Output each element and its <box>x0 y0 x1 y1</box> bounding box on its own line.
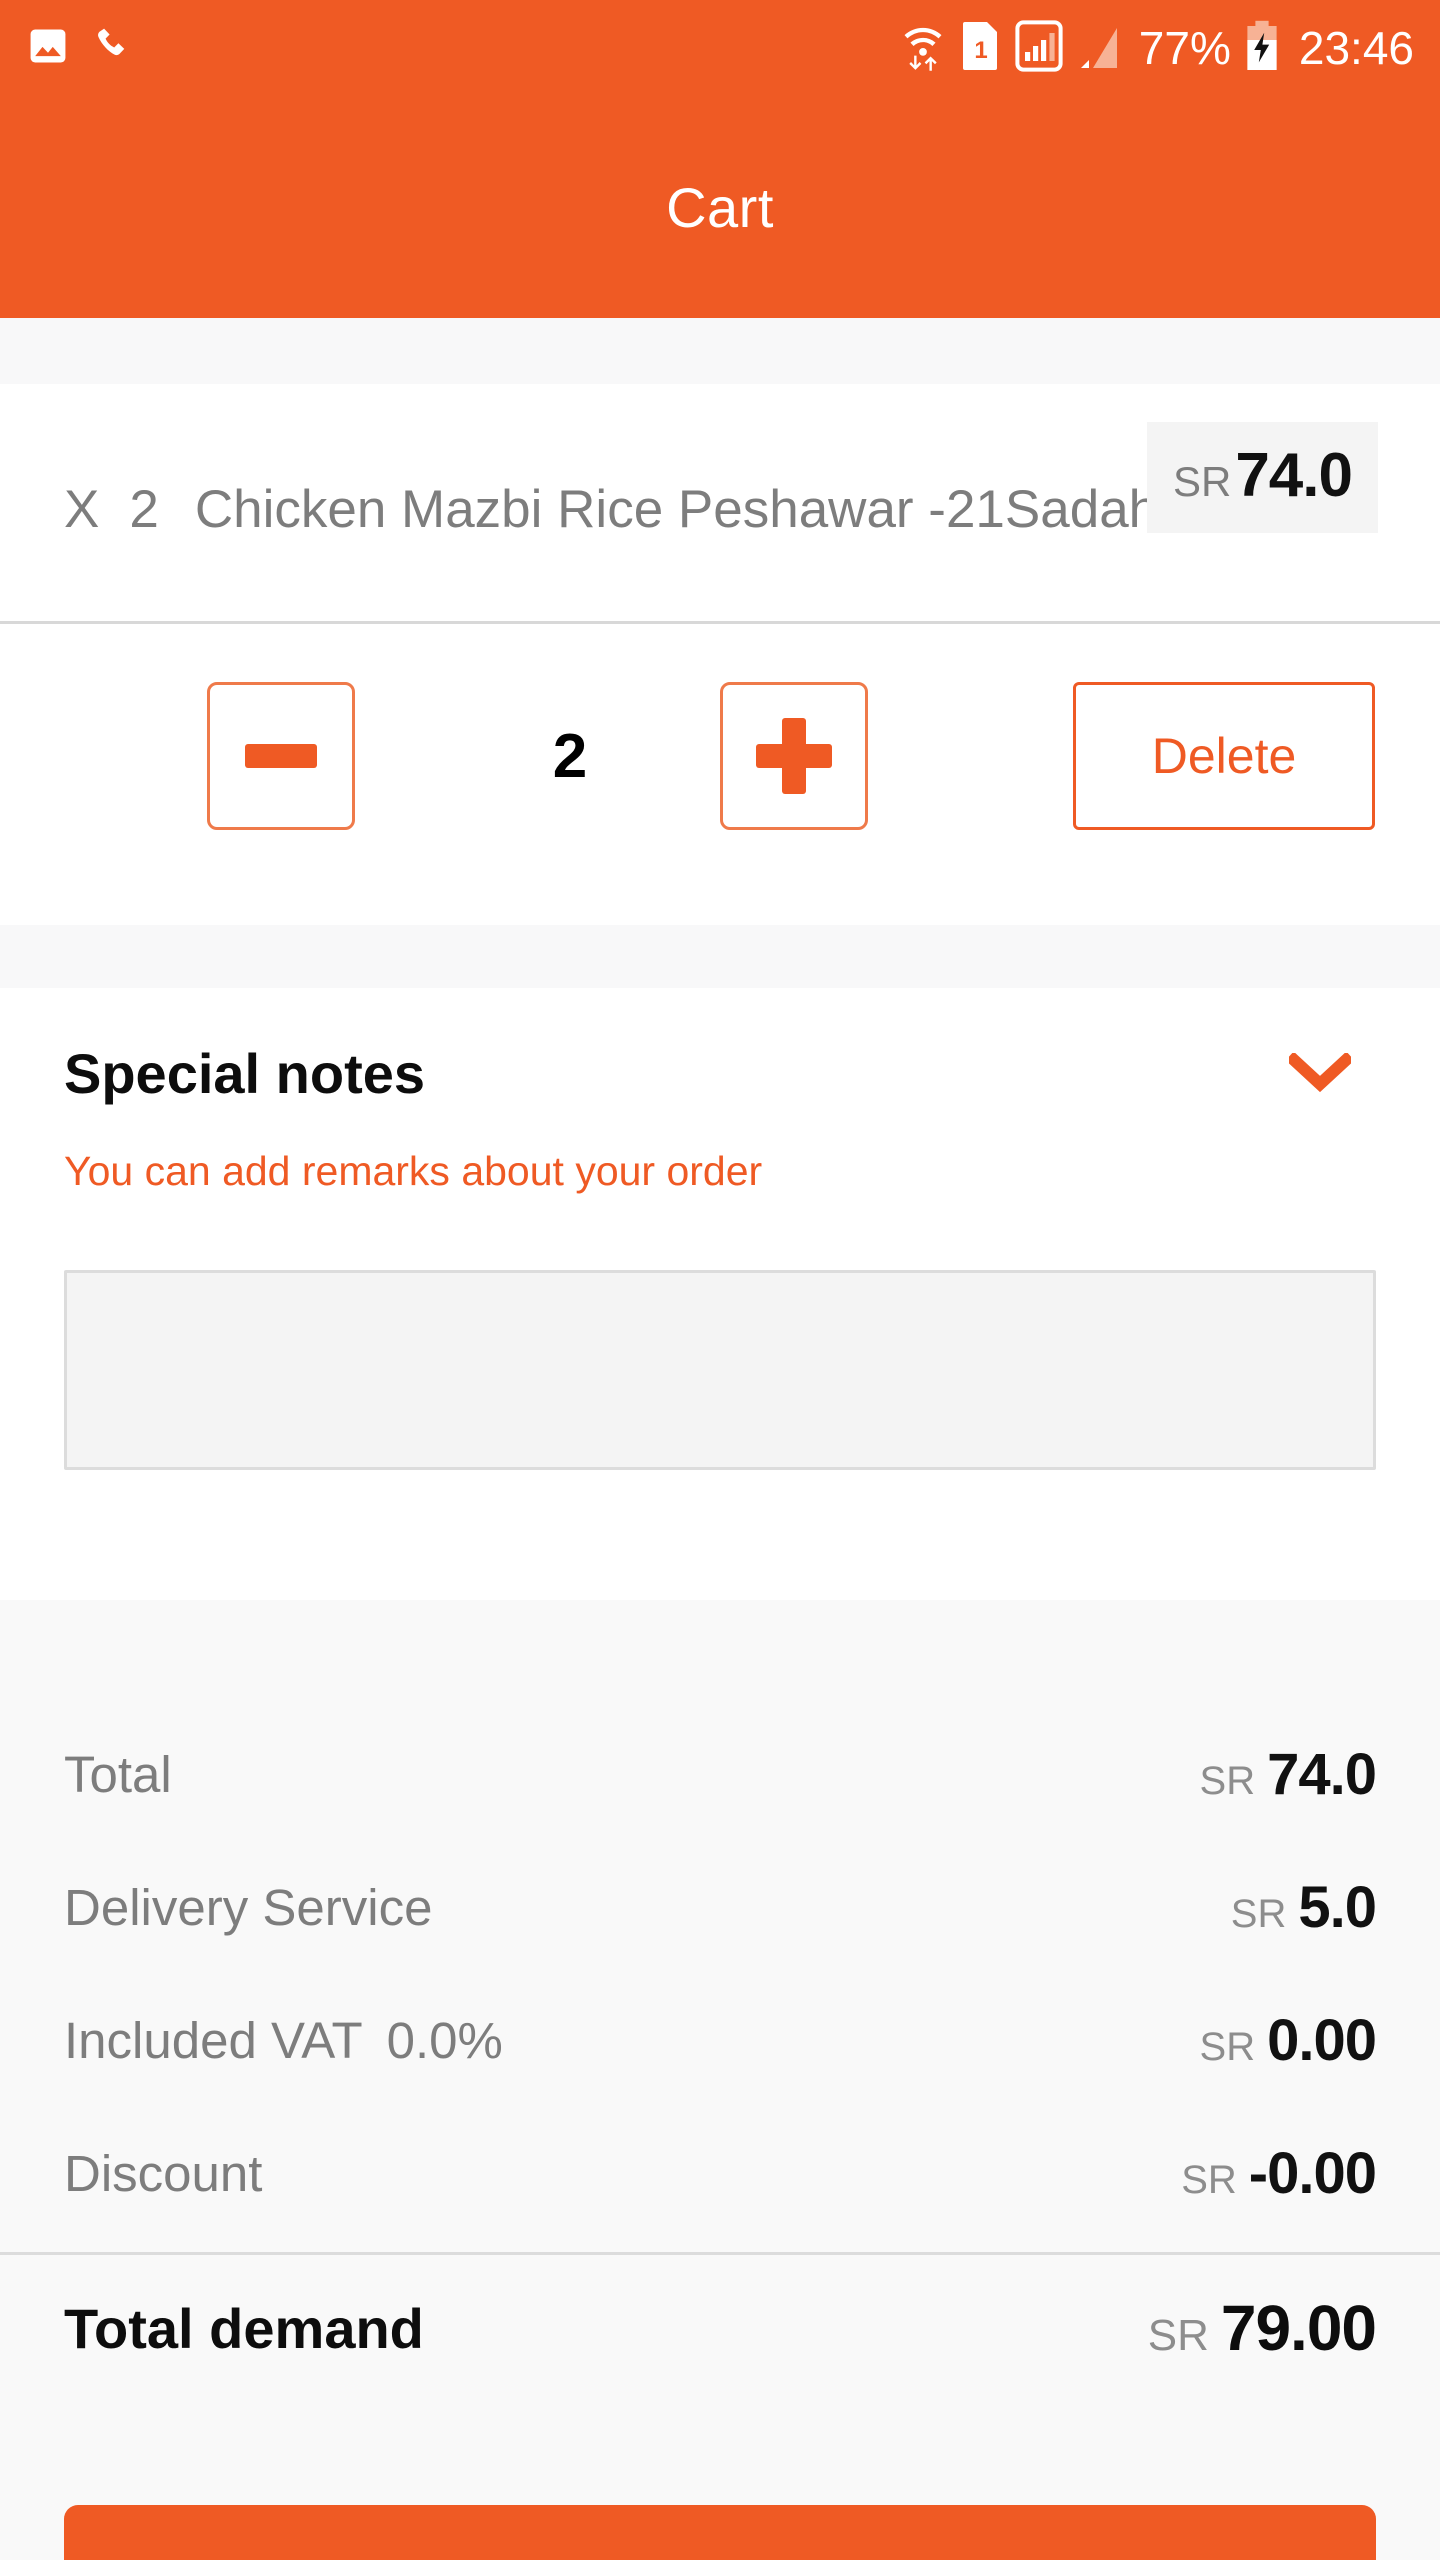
status-bar-right: 1 77% 23:46 <box>899 19 1414 77</box>
grand-total-amount: SR 79.00 <box>1147 2291 1377 2365</box>
image-icon <box>26 24 70 73</box>
special-notes-title: Special notes <box>64 1041 426 1105</box>
cart-item-section: X 2 Chicken Mazbi Rice Peshawar -21Sadah… <box>0 384 1440 925</box>
total-row-suffix: 0.0% <box>386 2012 503 2069</box>
cart-item-name: Chicken Mazbi Rice Peshawar -21Sadah <box>194 479 1159 539</box>
total-row-currency: SR <box>1199 1759 1256 1803</box>
total-row: Discount SR -0.00 <box>0 2107 1440 2240</box>
status-bar: 1 77% 23:46 <box>0 0 1440 96</box>
quantity-value: 2 <box>552 721 588 791</box>
clock-label: 23:46 <box>1298 22 1414 74</box>
total-row-value: 5.0 <box>1298 1875 1377 1940</box>
battery-percent-label: 77% <box>1138 22 1231 74</box>
grand-total-row: Total demand SR 79.00 <box>0 2253 1440 2403</box>
cart-item-quantity-label: 2 <box>129 479 159 539</box>
grand-total-value: 79.00 <box>1220 2292 1377 2364</box>
grand-total-currency: SR <box>1147 2311 1209 2360</box>
total-row-currency: SR <box>1199 2025 1256 2069</box>
wifi-transfer-icon <box>899 20 947 77</box>
total-row-value: -0.00 <box>1248 2141 1377 2206</box>
total-row-label: Total <box>64 1746 172 1803</box>
cart-item-row[interactable]: X 2 Chicken Mazbi Rice Peshawar -21Sadah… <box>0 384 1440 621</box>
minus-icon <box>245 744 317 768</box>
total-row-value: 74.0 <box>1267 1742 1377 1807</box>
section-separator-middle <box>0 925 1440 988</box>
quantity-control-row: 2 Delete <box>0 622 1440 925</box>
increase-quantity-button[interactable] <box>720 682 868 830</box>
page-title: Cart <box>666 175 774 239</box>
special-notes-subtitle: You can add remarks about your order <box>64 1148 763 1194</box>
special-notes-input-wrapper[interactable] <box>64 1270 1376 1470</box>
total-row-label: Discount <box>64 2145 263 2202</box>
svg-text:1: 1 <box>974 37 987 64</box>
total-row-amount: SR -0.00 <box>1181 2140 1377 2207</box>
cart-item-price-value: 74.0 <box>1235 441 1353 510</box>
decrease-quantity-button[interactable] <box>207 682 355 830</box>
sim-card-1-icon: 1 <box>961 20 1001 77</box>
total-row-amount: SR 0.00 <box>1199 2007 1377 2074</box>
status-bar-left <box>26 24 136 73</box>
total-row-label-group: Discount <box>64 2144 286 2203</box>
signal-bars-icon <box>1077 20 1125 77</box>
total-row-label-group: Total <box>64 1745 196 1804</box>
cart-screen: 1 77% 23:46 Cart X 2 Chicken Mazbi Rice … <box>0 0 1440 2560</box>
special-notes-section: Special notes You can add remarks about … <box>0 988 1440 1600</box>
app-bar: Cart <box>0 96 1440 318</box>
battery-charging-icon <box>1245 20 1279 77</box>
total-row-currency: SR <box>1230 1892 1287 1936</box>
chevron-down-icon[interactable] <box>1280 1033 1360 1113</box>
total-row: Total SR 74.0 <box>0 1708 1440 1841</box>
delete-item-button[interactable]: Delete <box>1073 682 1375 830</box>
cart-item-price: SR 74.0 <box>1146 422 1378 533</box>
special-notes-input[interactable] <box>67 1273 1373 1467</box>
cart-item-multiplier: X <box>64 479 100 539</box>
special-notes-header[interactable]: Special notes <box>64 1033 1380 1113</box>
total-row-label-group: Included VAT 0.0% <box>64 2011 503 2070</box>
grand-total-label: Total demand <box>64 2296 424 2360</box>
total-row-value: 0.00 <box>1267 2008 1377 2073</box>
total-row-label: Included VAT <box>64 2012 363 2069</box>
total-row-label-group: Delivery Service <box>64 1878 456 1937</box>
totals-list: Total SR 74.0 Delivery Service SR 5.0 In… <box>0 1600 1440 2240</box>
total-row: Included VAT 0.0% SR 0.00 <box>0 1974 1440 2107</box>
cart-item-price-currency: SR <box>1172 458 1232 505</box>
total-row-label: Delivery Service <box>64 1879 433 1936</box>
checkout-button[interactable] <box>64 2505 1376 2560</box>
totals-section: Total SR 74.0 Delivery Service SR 5.0 In… <box>0 1600 1440 2560</box>
plus-icon <box>756 718 832 794</box>
signal-boxed-icon <box>1015 19 1063 77</box>
phone-call-icon <box>92 24 136 73</box>
section-separator-top <box>0 318 1440 384</box>
total-row-amount: SR 74.0 <box>1199 1741 1377 1808</box>
total-row-amount: SR 5.0 <box>1230 1874 1377 1941</box>
total-row-currency: SR <box>1181 2158 1237 2202</box>
total-row: Delivery Service SR 5.0 <box>0 1841 1440 1974</box>
